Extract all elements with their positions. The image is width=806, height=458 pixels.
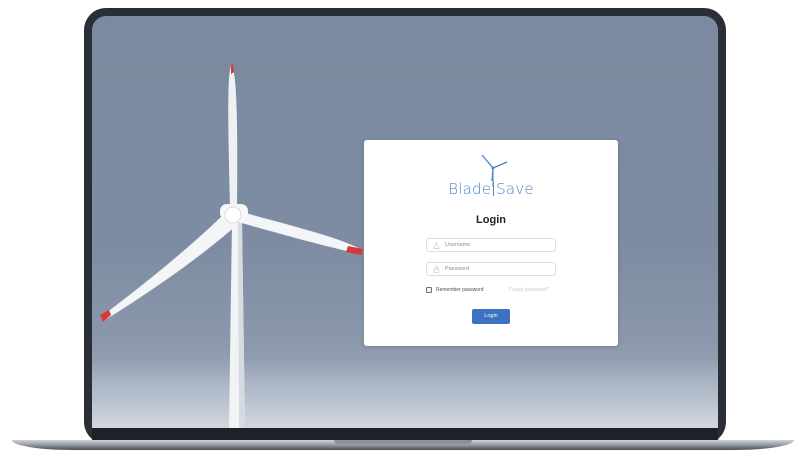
brand-name-left: Blade bbox=[448, 180, 492, 198]
laptop-screen: Blade Save Login Username Password Rememb… bbox=[92, 16, 718, 428]
username-input[interactable]: Username bbox=[426, 238, 556, 252]
laptop-notch bbox=[334, 440, 472, 444]
remember-password-label[interactable]: Remember password bbox=[436, 287, 484, 293]
password-placeholder: Password bbox=[445, 266, 470, 272]
username-placeholder: Username bbox=[445, 242, 471, 248]
lock-icon bbox=[433, 266, 440, 273]
forgot-password-link[interactable]: Forgot password? bbox=[509, 287, 549, 293]
brand-logo-text: Blade Save bbox=[364, 180, 618, 198]
password-input[interactable]: Password bbox=[426, 262, 556, 276]
login-title: Login bbox=[476, 214, 506, 226]
login-button[interactable]: Login bbox=[472, 309, 510, 324]
brand-divider bbox=[493, 182, 495, 196]
user-icon bbox=[433, 242, 440, 249]
brand-name-right: Save bbox=[496, 180, 534, 198]
remember-password-checkbox[interactable] bbox=[426, 287, 432, 293]
login-card: Blade Save Login Username Password Rememb… bbox=[364, 140, 618, 346]
